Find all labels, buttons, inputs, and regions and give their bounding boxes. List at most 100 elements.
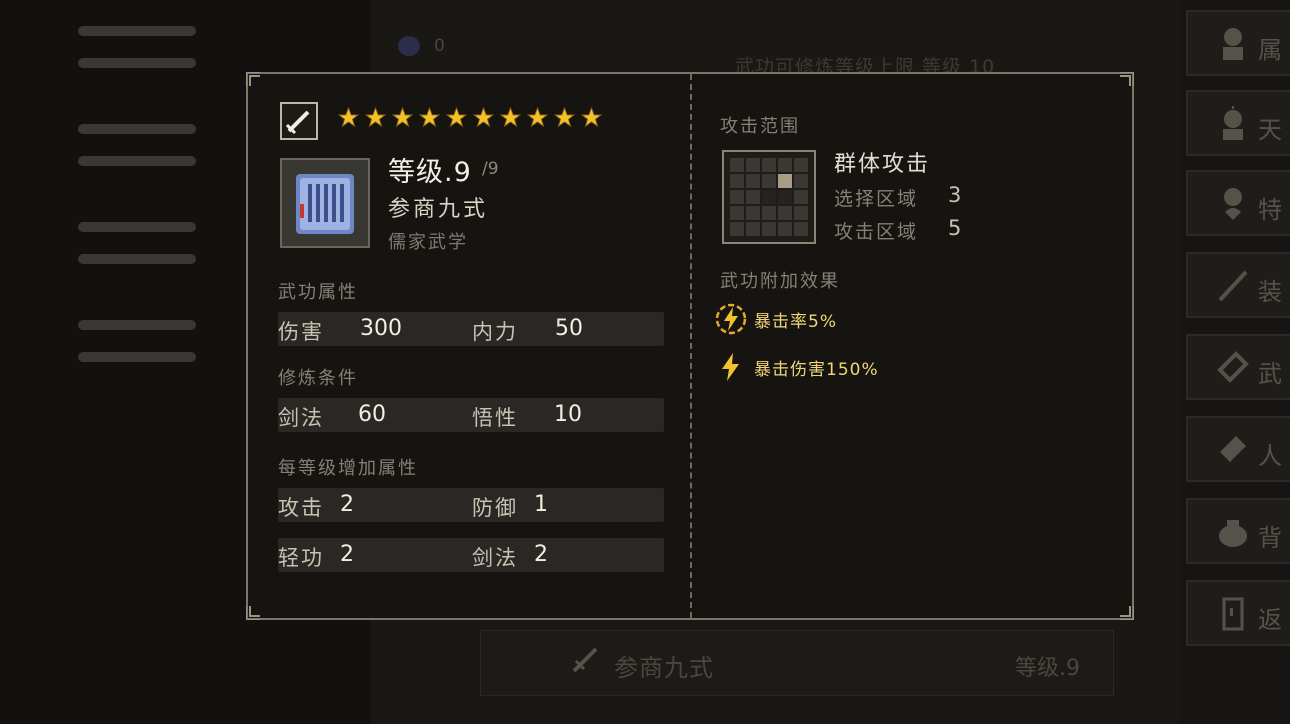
weapon-type-badge (280, 102, 318, 140)
growth-row: 轻功 2 剑法 2 (278, 538, 664, 572)
range-cell (730, 174, 744, 188)
scroll-icon (1220, 436, 1246, 462)
skill-list-name: 参商九式 (614, 654, 714, 682)
range-cell (794, 222, 808, 236)
star-icon (392, 107, 413, 128)
menu-line (78, 254, 196, 264)
attack-range-grid (722, 150, 816, 244)
star-icon (527, 107, 548, 128)
menu-line (78, 26, 196, 36)
growth-key: 轻功 (278, 546, 324, 570)
tab-label: 特 (1258, 196, 1282, 224)
currency-value: 0 (434, 36, 445, 56)
growth-row: 攻击 2 防御 1 (278, 488, 664, 522)
dialog-divider (690, 74, 692, 618)
range-key: 选择区域 (834, 188, 919, 210)
menu-line (78, 124, 196, 134)
tab-label: 背 (1258, 524, 1282, 552)
star-icon (473, 107, 494, 128)
skill-level-max: /9 (482, 159, 499, 179)
growth-key: 攻击 (278, 496, 324, 520)
req-key: 悟性 (472, 406, 518, 430)
growth-key: 剑法 (472, 546, 518, 570)
req-key: 剑法 (278, 406, 324, 430)
skill-detail-dialog: 等级.9 /9 参商九式 儒家武学 武功属性 伤害 300 内力 50 修炼条件… (246, 72, 1134, 620)
star-icon (554, 107, 575, 128)
tab-label: 装 (1258, 278, 1282, 306)
section-title-range: 攻击范围 (720, 116, 800, 137)
section-title-effects: 武功附加效果 (720, 271, 840, 292)
range-cell (746, 174, 760, 188)
range-cell (746, 222, 760, 236)
range-cell (778, 190, 792, 204)
range-cell (762, 190, 776, 204)
menu-line (78, 58, 196, 68)
range-cell (762, 174, 776, 188)
growth-key: 防御 (472, 496, 518, 520)
frame-corner-ornament (1120, 606, 1134, 620)
skill-book-icon (280, 158, 370, 248)
effect-text: 暴击伤害150% (754, 359, 879, 380)
frame-corner-ornament (1120, 72, 1134, 86)
range-cell (794, 190, 808, 204)
talent-icon (1223, 106, 1243, 140)
tab-attributes[interactable]: 属 (1186, 10, 1290, 76)
tab-talent[interactable]: 天 (1186, 90, 1290, 156)
effect-item: 暴击率5% (714, 302, 837, 336)
range-key: 攻击区域 (834, 221, 919, 243)
sword-icon (1218, 270, 1248, 302)
tab-label: 属 (1258, 36, 1282, 64)
tab-martial-arts[interactable]: 武 (1186, 334, 1290, 400)
attr-key: 内力 (472, 320, 518, 344)
skill-list-level: 等级.9 (1015, 656, 1080, 681)
range-cell (746, 158, 760, 172)
range-cell (794, 158, 808, 172)
range-cell (730, 206, 744, 220)
growth-value: 2 (340, 542, 354, 567)
star-icon (581, 107, 602, 128)
range-cell (730, 158, 744, 172)
lightning-icon (722, 353, 739, 381)
tab-label: 返 (1258, 606, 1282, 634)
range-cell (778, 174, 792, 188)
star-rating (338, 107, 602, 128)
range-cell (794, 174, 808, 188)
attr-key: 伤害 (278, 320, 324, 344)
req-value: 60 (358, 402, 386, 427)
range-value: 3 (948, 183, 962, 207)
section-title-growth: 每等级增加属性 (278, 458, 418, 479)
lightning-circle-icon (715, 303, 747, 335)
tab-return[interactable]: 返 (1186, 580, 1290, 646)
tab-equipment[interactable]: 装 (1186, 252, 1290, 318)
attr-value: 300 (360, 316, 402, 341)
tab-bag[interactable]: 背 (1186, 498, 1290, 564)
skill-school: 儒家武学 (388, 232, 468, 253)
range-value: 5 (948, 216, 962, 240)
star-icon (446, 107, 467, 128)
range-cell (746, 206, 760, 220)
star-icon (338, 107, 359, 128)
book-icon (1217, 351, 1249, 383)
currency-icon (398, 36, 420, 56)
character-icon (1223, 28, 1243, 60)
attr-value: 50 (555, 316, 583, 341)
bag-icon (1219, 520, 1247, 547)
tab-label: 天 (1258, 116, 1282, 144)
effect-item: 暴击伤害150% (714, 350, 879, 384)
range-cell (730, 190, 744, 204)
range-cell (762, 158, 776, 172)
tab-trait[interactable]: 特 (1186, 170, 1290, 236)
frame-corner-ornament (246, 606, 260, 620)
range-cell (778, 158, 792, 172)
menu-line (78, 352, 196, 362)
sword-icon (285, 110, 310, 135)
range-cell (746, 190, 760, 204)
req-value: 10 (554, 402, 582, 427)
tab-label: 武 (1258, 360, 1282, 388)
growth-value: 2 (340, 492, 354, 517)
menu-line (78, 320, 196, 330)
frame-corner-ornament (246, 72, 260, 86)
tab-people[interactable]: 人 (1186, 416, 1290, 482)
attribute-row: 伤害 300 内力 50 (278, 312, 664, 346)
range-cell (762, 222, 776, 236)
